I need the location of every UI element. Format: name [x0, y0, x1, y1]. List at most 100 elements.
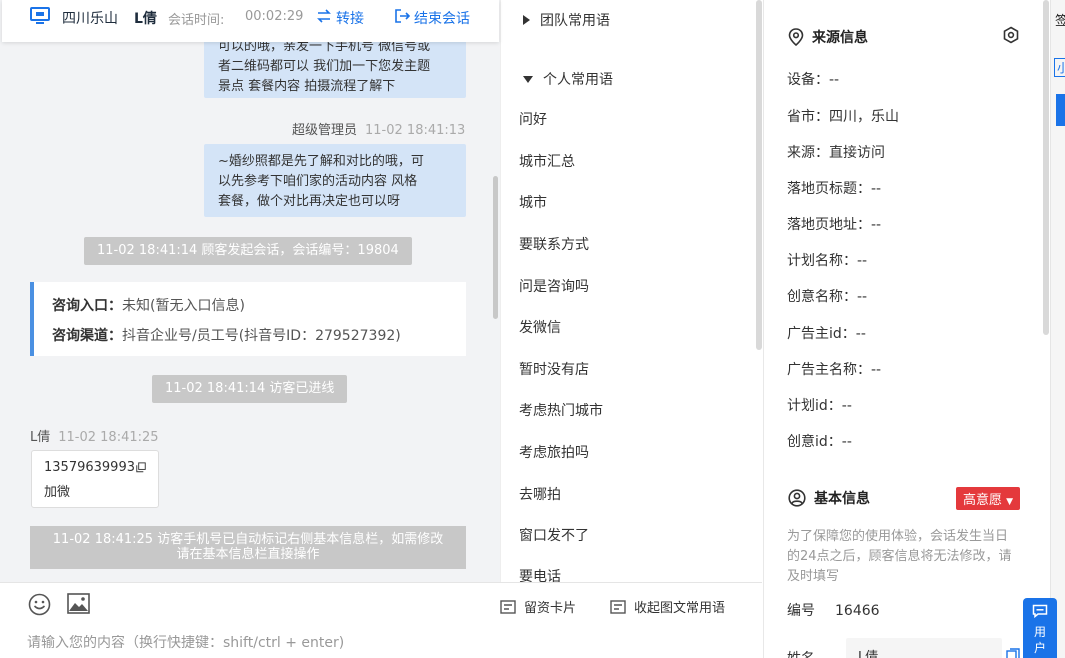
phrases-icon	[610, 599, 626, 614]
name-field[interactable]: L倩	[846, 638, 1002, 658]
source-info-label: 来源信息	[812, 30, 868, 46]
phrase-item[interactable]: 考虑旅拍吗	[519, 442, 589, 462]
monitor-icon	[30, 7, 50, 24]
consult-info-card: 咨询入口：未知(暂无入口信息) 咨询渠道：抖音企业号/员工号(抖音号ID：279…	[30, 282, 466, 356]
visitor-sender-name: L倩	[30, 430, 51, 445]
basic-info-label: 基本信息	[814, 491, 870, 507]
phrase-item[interactable]: 窗口发不了	[519, 525, 589, 545]
caret-down-icon	[523, 75, 533, 83]
phrase-item[interactable]: 发微信	[519, 317, 561, 337]
basic-info-note: 为了保障您的使用体验，会话发生当日的24点之后，顾客信息将无法修改，请及时填写	[787, 529, 1012, 584]
source-field: 创意名称：--	[787, 289, 868, 305]
exit-icon	[395, 9, 410, 23]
collapse-phrases-label: 收起图文常用语	[634, 601, 726, 616]
copy-icon[interactable]	[136, 461, 146, 474]
chat-scrollbar[interactable]	[493, 176, 498, 319]
group-team-label: 团队常用语	[540, 13, 610, 29]
visitor-name: L倩	[134, 11, 157, 27]
id-row: 编号 16466	[787, 600, 880, 620]
source-field: 广告主id：--	[787, 326, 866, 342]
transfer-button[interactable]: 转接	[316, 8, 364, 28]
copy-icon[interactable]	[1006, 648, 1020, 658]
name-label: 姓名	[787, 648, 815, 658]
lead-card-button[interactable]: 留资卡片	[500, 597, 576, 616]
source-field: 计划id：--	[787, 398, 852, 414]
emoji-icon[interactable]	[28, 593, 51, 616]
message-line: 者二维码都可以 我们加一下您发主题	[218, 59, 431, 74]
message-line: ~婚纱照都是先了解和对比的哦，可	[218, 154, 424, 169]
phrases-scrollbar[interactable]	[756, 0, 762, 350]
source-field: 来源：直接访问	[787, 145, 885, 161]
collapse-phrases-button[interactable]: 收起图文常用语	[610, 597, 725, 616]
source-field: 设备：--	[787, 72, 840, 88]
id-value: 16466	[835, 603, 880, 619]
user-circle-icon	[788, 489, 806, 507]
basic-info-title: 基本信息	[788, 488, 870, 508]
system-line: 11-02 18:41:25 访客手机号已自动标记右侧基本信息栏，如需修改	[52, 532, 444, 547]
image-icon[interactable]	[67, 593, 90, 614]
message-input[interactable]	[27, 635, 487, 651]
phone-row: 13579639993	[44, 460, 146, 475]
agent-message-bubble: 可以的哦，亲发一下手机号 微信号或 者二维码都可以 我们加一下您发主题 景点 套…	[204, 42, 466, 98]
source-field: 落地页地址：--	[787, 217, 882, 233]
visitor-text: 加微	[44, 485, 71, 500]
duration-value: 00:02:29	[245, 9, 304, 24]
right-edge-panel: 签 小	[1050, 0, 1065, 658]
intent-select[interactable]: 高意愿 ▼	[956, 487, 1021, 510]
visitor-phone[interactable]: 13579639993	[44, 460, 135, 475]
quick-phrases-panel: 团队常用语 个人常用语 问好 城市汇总 城市 要联系方式 问是咨询吗 发微信 暂…	[500, 0, 762, 582]
end-session-button[interactable]: 结束会话	[394, 8, 470, 28]
caret-right-icon	[523, 15, 530, 25]
channel-label: 咨询渠道：	[52, 328, 122, 344]
phrase-item[interactable]: 要联系方式	[519, 234, 589, 254]
group-personal[interactable]: 个人常用语	[523, 69, 613, 89]
system-visitor-in: 11-02 18:41:14 访客已进线	[152, 375, 348, 403]
message-composer: 留资卡片 收起图文常用语	[0, 582, 762, 658]
source-field: 计划名称：--	[787, 253, 868, 269]
agent-sender-meta: 超级管理员 11-02 18:41:13	[292, 119, 465, 138]
phrase-item[interactable]: 城市	[519, 192, 547, 212]
user-float-button[interactable]: 用户	[1023, 598, 1057, 658]
system-auto-mark: 11-02 18:41:25 访客手机号已自动标记右侧基本信息栏，如需修改 请在…	[30, 526, 466, 569]
edge-top-text: 签	[1055, 10, 1065, 29]
source-field: 创意id：--	[787, 434, 852, 450]
group-team[interactable]: 团队常用语	[523, 10, 610, 30]
phrase-item[interactable]: 要电话	[519, 566, 561, 582]
agent-message-bubble: ~婚纱照都是先了解和对比的哦，可 以先参考下咱们家的活动内容 风格 套餐，做个对…	[204, 144, 466, 217]
message-line: 套餐，做个对比再决定也可以呀	[218, 194, 401, 209]
source-field: 广告主名称：--	[787, 362, 882, 378]
channel-value: 抖音企业号/员工号(抖音号ID：279527392)	[122, 328, 401, 344]
entry-value: 未知(暂无入口信息)	[122, 298, 245, 314]
duration-label: 会话时间:	[168, 13, 225, 28]
edge-blue-button[interactable]	[1056, 94, 1065, 126]
phrase-item[interactable]: 问是咨询吗	[519, 276, 589, 296]
chat-panel: 可以的哦，亲发一下手机号 微信号或 者二维码都可以 我们加一下您发主题 景点 套…	[0, 0, 500, 658]
message-line: 景点 套餐内容 拍摄流程了解下	[218, 79, 396, 94]
chat-header: 四川乐山 L倩 会话时间: 00:02:29 转接 结束会话	[2, 0, 499, 42]
message-line: 可以的哦，亲发一下手机号 微信号或	[218, 42, 431, 54]
visitor-message-bubble: 13579639993 加微	[31, 450, 159, 508]
visitor-info-panel: 来源信息 设备：-- 省市：四川，乐山 来源：直接访问 落地页标题：-- 落地页…	[763, 0, 1050, 658]
divider	[0, 104, 494, 105]
agent-message-time: 11-02 18:41:13	[365, 123, 466, 138]
transfer-icon	[317, 9, 331, 23]
phrase-item[interactable]: 城市汇总	[519, 151, 575, 171]
phrase-item[interactable]: 考虑热门城市	[519, 400, 603, 420]
phrase-item[interactable]: 去哪拍	[519, 484, 561, 504]
message-line: 以先参考下咱们家的活动内容 风格	[218, 174, 418, 189]
phrase-item[interactable]: 暂时没有店	[519, 359, 589, 379]
end-session-label: 结束会话	[414, 11, 470, 27]
chat-message-list[interactable]: 可以的哦，亲发一下手机号 微信号或 者二维码都可以 我们加一下您发主题 景点 套…	[0, 42, 494, 582]
visitor-message-time: 11-02 18:41:25	[58, 430, 159, 445]
user-float-label: 用户	[1033, 625, 1046, 655]
settings-hex-icon[interactable]	[1002, 26, 1020, 44]
visitor-location: 四川乐山	[62, 11, 118, 27]
system-session-start: 11-02 18:41:14 顾客发起会话，会话编号：19804	[84, 237, 412, 265]
edge-tab[interactable]: 小	[1054, 58, 1065, 77]
source-field: 省市：四川，乐山	[787, 109, 899, 125]
visitor-sender-meta: L倩 11-02 18:41:25	[30, 426, 159, 445]
info-scrollbar[interactable]	[1043, 0, 1049, 335]
source-field: 落地页标题：--	[787, 181, 882, 197]
phrase-item[interactable]: 问好	[519, 109, 547, 129]
lead-card-label: 留资卡片	[524, 601, 577, 616]
